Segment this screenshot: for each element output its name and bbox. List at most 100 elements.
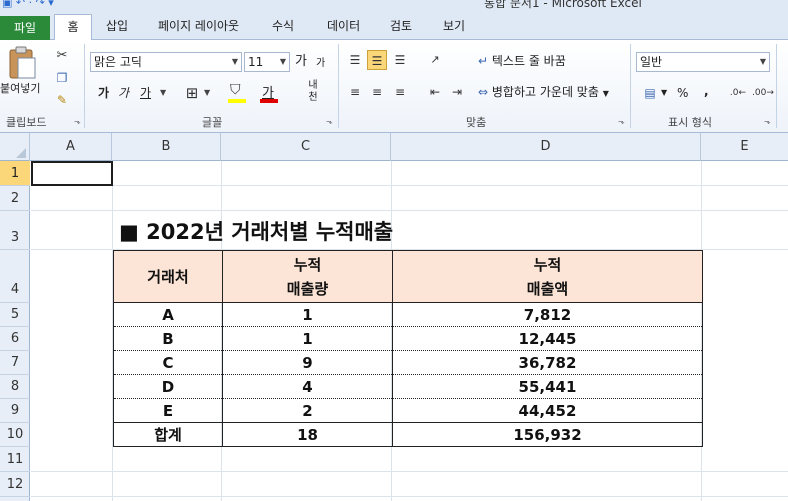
align-right-icon[interactable]: ≡	[390, 82, 410, 102]
align-left-icon[interactable]: ≡	[345, 82, 365, 102]
total-amount[interactable]: 156,932	[392, 422, 703, 447]
cell-client[interactable]: E	[113, 398, 223, 423]
number-format-select[interactable]: 일반 ▼	[636, 52, 770, 72]
tab-page-layout[interactable]: 페이지 레이아웃	[158, 17, 239, 34]
row-header-12[interactable]: 12	[0, 472, 30, 497]
header-amount[interactable]: 누적 매출액	[392, 250, 703, 303]
ribbon-tabs: 파일 홈 삽입 페이지 레이아웃 수식 데이터 검토 보기	[0, 10, 788, 41]
row-headers: 1 2 3 4 5 6 7 8 9 10 11 12	[0, 161, 30, 501]
font-size-select[interactable]: 11 ▼	[244, 52, 290, 72]
align-top-icon[interactable]: ☰	[345, 50, 365, 70]
tab-review[interactable]: 검토	[390, 17, 412, 34]
group-divider	[338, 44, 339, 128]
alignment-launcher-icon[interactable]: ⬎	[618, 117, 625, 126]
header-client-label: 거래처	[147, 267, 189, 286]
decrease-indent-icon[interactable]: ⇤	[425, 82, 445, 102]
cell-client[interactable]: D	[113, 374, 223, 399]
decrease-decimal-icon[interactable]: .00→	[752, 83, 774, 103]
row-header-9[interactable]: 9	[0, 399, 30, 423]
orientation-icon[interactable]: ↗	[425, 50, 445, 70]
comma-button[interactable]: ,	[704, 82, 709, 100]
cell-amount[interactable]: 12,445	[392, 326, 703, 351]
grow-font-button[interactable]: 가	[295, 53, 307, 71]
cell-amount[interactable]: 36,782	[392, 350, 703, 375]
currency-icon[interactable]: ▤	[640, 83, 660, 103]
row-header-11[interactable]: 11	[0, 447, 30, 472]
font-color-button[interactable]: 가	[260, 82, 280, 104]
increase-indent-icon[interactable]: ⇥	[447, 82, 467, 102]
tab-home[interactable]: 홈	[54, 14, 92, 41]
sales-table: 거래처 누적 매출량 누적 매출액 A 1 7,812 B 1 12,445 C…	[113, 250, 703, 447]
paste-label: 붙여넣기	[0, 82, 41, 95]
cell-amount[interactable]: 7,812	[392, 302, 703, 327]
cell-amount[interactable]: 44,452	[392, 398, 703, 423]
row-header-3[interactable]: 3	[0, 211, 30, 250]
column-header-a[interactable]: A	[30, 133, 112, 161]
cell-qty[interactable]: 1	[222, 326, 393, 351]
column-header-e[interactable]: E	[701, 133, 788, 161]
cell-client[interactable]: B	[113, 326, 223, 351]
shrink-font-button[interactable]: 가	[316, 55, 325, 73]
cell-qty[interactable]: 2	[222, 398, 393, 423]
format-painter-icon[interactable]: ✎	[52, 90, 72, 110]
font-group-label: 글꼴	[202, 116, 223, 129]
underline-button[interactable]: 가	[140, 84, 151, 102]
quick-access-toolbar[interactable]: ▣ ↶ · ↷ ▾	[2, 0, 54, 9]
select-all-button[interactable]	[0, 133, 30, 161]
total-label[interactable]: 합계	[113, 422, 223, 447]
column-header-d[interactable]: D	[391, 133, 701, 161]
merge-center-button[interactable]: ⇔ 병합하고 가운데 맞춤 ▼	[478, 83, 609, 103]
increase-decimal-icon[interactable]: .0←	[728, 83, 748, 103]
wrap-text-button[interactable]: ↵ 텍스트 줄 바꿈	[478, 52, 566, 70]
cell-client[interactable]: C	[113, 350, 223, 375]
row-header-8[interactable]: 8	[0, 375, 30, 399]
column-header-c[interactable]: C	[221, 133, 391, 161]
tab-formulas[interactable]: 수식	[272, 17, 294, 34]
chevron-down-icon[interactable]: ▼	[160, 84, 166, 102]
borders-icon[interactable]: ⊞	[182, 83, 202, 103]
row-header-6[interactable]: 6	[0, 327, 30, 351]
align-middle-icon[interactable]: ☰	[367, 50, 387, 70]
row-header-4[interactable]: 4	[0, 250, 30, 303]
total-qty[interactable]: 18	[222, 422, 393, 447]
header-qty[interactable]: 누적 매출량	[222, 250, 393, 303]
tab-file[interactable]: 파일	[0, 16, 50, 40]
italic-button[interactable]: 가	[118, 84, 129, 102]
percent-button[interactable]: %	[677, 84, 688, 102]
row-header-2[interactable]: 2	[0, 186, 30, 211]
align-center-icon[interactable]: ≡	[367, 82, 387, 102]
column-header-b[interactable]: B	[112, 133, 221, 161]
cell-qty[interactable]: 1	[222, 302, 393, 327]
cell-qty[interactable]: 4	[222, 374, 393, 399]
cell-amount[interactable]: 55,441	[392, 374, 703, 399]
tab-data[interactable]: 데이터	[327, 17, 360, 34]
cell-client[interactable]: A	[113, 302, 223, 327]
align-bottom-icon[interactable]: ☰	[390, 50, 410, 70]
table-row: B 1 12,445	[113, 326, 703, 351]
number-launcher-icon[interactable]: ⬎	[764, 117, 771, 126]
font-launcher-icon[interactable]: ⬎	[326, 117, 333, 126]
header-client[interactable]: 거래처	[113, 250, 223, 303]
phonetic-button[interactable]: 내천	[304, 80, 322, 104]
cell-qty[interactable]: 9	[222, 350, 393, 375]
worksheet-grid[interactable]: ■ 2022년 거래처별 누적매출 거래처 누적 매출량 누적 매출액 A 1 …	[31, 161, 788, 501]
paste-button[interactable]: 붙여넣기	[0, 44, 48, 108]
fill-color-button[interactable]: ⛉	[228, 82, 248, 104]
table-row: E 2 44,452	[113, 398, 703, 423]
row-header-10[interactable]: 10	[0, 423, 30, 447]
font-name-select[interactable]: 맑은 고딕 ▼	[90, 52, 242, 72]
group-divider	[776, 44, 777, 128]
wrap-text-icon: ↵	[478, 54, 489, 68]
row-header-5[interactable]: 5	[0, 303, 30, 327]
row-header-7[interactable]: 7	[0, 351, 30, 375]
active-cell-a1[interactable]	[31, 161, 113, 186]
tab-view[interactable]: 보기	[443, 17, 465, 34]
chevron-down-icon[interactable]: ▼	[661, 84, 667, 102]
clipboard-launcher-icon[interactable]: ⬎	[74, 117, 81, 126]
tab-insert[interactable]: 삽입	[106, 17, 128, 34]
bold-button[interactable]: 가	[98, 84, 109, 102]
row-header-1[interactable]: 1	[0, 161, 30, 186]
cut-icon[interactable]: ✂	[52, 46, 72, 66]
copy-icon[interactable]: ❐	[52, 68, 72, 88]
chevron-down-icon[interactable]: ▼	[204, 84, 210, 102]
